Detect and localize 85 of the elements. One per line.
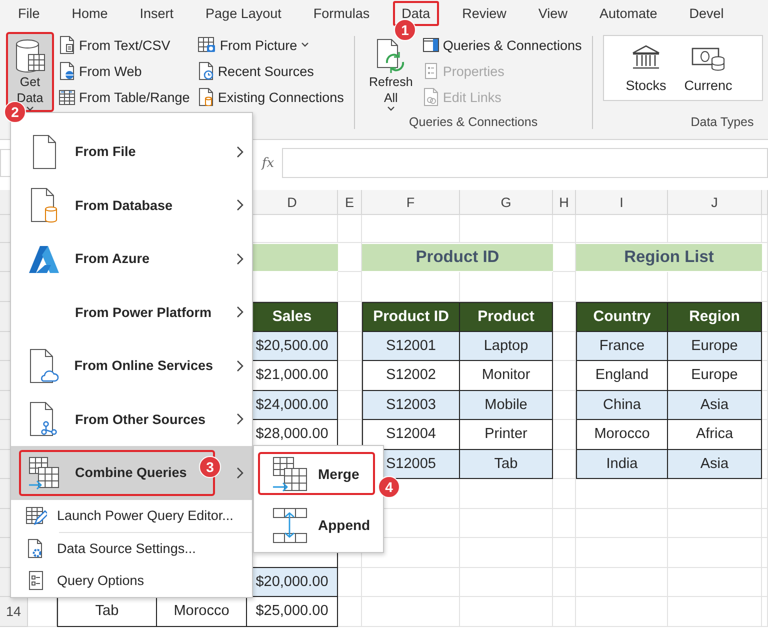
ribbon-tab[interactable]: Review: [453, 0, 516, 26]
menu-item[interactable]: Launch Power Query Editor...: [11, 500, 252, 532]
menu-item[interactable]: Merge: [258, 452, 375, 495]
cloud-file-icon: [28, 348, 59, 384]
table-title: Region List: [576, 244, 762, 271]
file-icon: [30, 134, 58, 170]
group-label: Queries & Connections: [408, 115, 539, 131]
table-cell: $25,000.00: [247, 597, 338, 626]
database-table-icon: [14, 38, 46, 74]
link-file-icon: [422, 88, 439, 106]
chevron-right-icon: [236, 146, 244, 158]
menu-item[interactable]: Data Source Settings...: [11, 532, 252, 564]
menu-item[interactable]: From Azure: [11, 232, 252, 286]
ribbon-tab[interactable]: Page Layout: [196, 0, 290, 26]
function-label[interactable]: fx: [254, 156, 282, 170]
menu-item[interactable]: From File: [11, 125, 252, 178]
chevron-right-icon: [236, 306, 244, 318]
column-header: F: [362, 190, 460, 215]
table-cell: Mobile: [460, 390, 553, 420]
table-cell: S12001: [362, 332, 460, 361]
ribbon-command[interactable]: From Web: [59, 58, 190, 84]
ribbon-tab[interactable]: Automate: [590, 0, 666, 26]
gear-file-icon: [27, 538, 45, 558]
ribbon-tab[interactable]: View: [529, 0, 576, 26]
panel-icon: [422, 37, 439, 53]
tables-icon: [272, 456, 308, 492]
column-header: J: [668, 190, 762, 215]
database-file-icon: [30, 187, 58, 224]
chevron-right-icon: [236, 466, 244, 479]
table-cell: Europe: [668, 332, 762, 361]
chevron-right-icon: [236, 360, 244, 372]
list-icon: [28, 570, 44, 590]
ribbon-tab[interactable]: Home: [62, 0, 117, 26]
header-cell: Country: [576, 302, 668, 332]
ribbon-command[interactable]: From Table/Range: [59, 84, 190, 110]
table-cell: Tab: [460, 450, 553, 479]
table-cell: India: [576, 450, 668, 479]
ribbon-tab[interactable]: Formulas: [304, 0, 379, 26]
table-cell: Laptop: [460, 332, 553, 361]
ribbon-tab[interactable]: File: [9, 0, 49, 26]
data-type-label: Currenc: [684, 78, 732, 93]
tables-icon: [28, 456, 60, 490]
chevron-right-icon: [236, 413, 244, 426]
list-icon: [422, 63, 439, 79]
column-header: G: [460, 190, 553, 215]
ribbon-command[interactable]: Recent Sources: [198, 58, 344, 84]
header-cell: Region: [668, 302, 762, 332]
header-cell: Product ID: [362, 302, 460, 332]
group-label: Data Types: [690, 115, 755, 131]
chevron-down-icon: [26, 106, 34, 112]
web-file-icon: [59, 62, 75, 80]
table-cell: Asia: [668, 450, 762, 479]
table-pencil-icon: [25, 506, 47, 526]
ribbon-tab[interactable]: Insert: [130, 0, 183, 26]
chevron-right-icon: [236, 199, 244, 212]
nodes-file-icon: [29, 401, 59, 438]
data-type-label: Stocks: [626, 78, 666, 93]
data-types-gallery[interactable]: Stocks Currenc: [602, 35, 763, 101]
chevron-down-icon: [386, 106, 395, 112]
database-file-icon: [198, 88, 214, 106]
table-cell: Asia: [668, 390, 762, 420]
text-file-icon: [59, 36, 75, 54]
table-cell: China: [576, 390, 668, 420]
picture-table-icon: [198, 37, 216, 53]
formula-field[interactable]: [282, 148, 768, 178]
refresh-file-icon: [376, 38, 406, 74]
clock-file-icon: [198, 62, 214, 80]
ribbon-tab[interactable]: Devel: [680, 0, 733, 26]
table-cell: S12003: [362, 390, 460, 420]
ribbon-command[interactable]: From Text/CSV: [59, 32, 190, 58]
column-header: H: [553, 190, 576, 215]
chevron-down-icon: [301, 42, 310, 48]
table-title: Product ID: [362, 244, 553, 271]
ribbon-command[interactable]: Queries & Connections: [422, 32, 582, 58]
append-icon: [272, 506, 308, 542]
row-header: 14: [0, 597, 28, 626]
ribbon-command[interactable]: From Picture: [198, 32, 344, 58]
column-header: E: [338, 190, 362, 215]
header-cell: Product: [460, 302, 553, 332]
table-cell: France: [576, 332, 668, 361]
chevron-right-icon: [236, 252, 244, 265]
menu-item[interactable]: Append: [258, 503, 375, 546]
table-icon: [59, 89, 75, 105]
column-header: I: [576, 190, 668, 215]
ribbon-command[interactable]: Existing Connections: [198, 84, 344, 110]
